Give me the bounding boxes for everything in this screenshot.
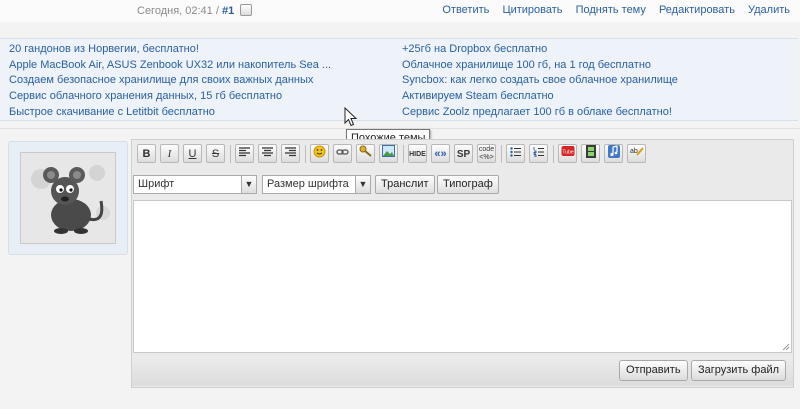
toolbar-separator [305,145,306,163]
font-size-select[interactable]: Размер шрифта ▼ [262,175,371,194]
align-right-button[interactable] [281,144,300,163]
music-note-icon [607,145,620,158]
code-button-bottom-label: <%> [479,154,494,161]
edit-link[interactable]: Редактировать [659,4,735,16]
post-date: Сегодня, 02:41 / [137,5,222,17]
similar-topic-link[interactable]: Сервис Zoolz предлагает 100 гб в облаке … [402,105,678,121]
underline-button[interactable]: U [183,144,202,163]
delete-link[interactable]: Удалить [748,4,790,16]
upload-file-button[interactable]: Загрузить файл [691,360,787,381]
font-family-select[interactable]: Шрифт ▼ [133,175,257,194]
align-left-button[interactable] [235,144,254,163]
spellcheck-button[interactable]: ab [627,144,646,163]
youtube-button[interactable]: Tube [558,144,577,163]
message-textarea[interactable] [133,200,792,353]
post-number-link[interactable]: #1 [222,5,234,17]
align-center-icon [262,147,273,157]
align-center-button[interactable] [258,144,277,163]
toolbar-separator [553,145,554,163]
smiley-button[interactable] [310,144,329,163]
align-right-icon [285,147,296,157]
typograph-button[interactable]: Типограф [437,175,499,194]
chevron-down-icon: ▼ [355,176,370,193]
similar-topic-link[interactable]: Syncbox: как легко создать свое облачное… [402,73,678,89]
toolbar-separator [230,145,231,163]
similar-topic-link[interactable]: Облачное хранилище 100 гб, на 1 год бесп… [402,58,678,74]
resize-grip-icon[interactable] [782,343,790,351]
similar-topic-link[interactable]: 20 гандонов из Норвегии, бесплатно! [9,42,331,58]
avatar [20,152,116,244]
similar-topic-link[interactable]: Apple MacBook Air, ASUS Zenbook UX32 или… [9,58,331,74]
bullet-list-icon [510,147,521,157]
similar-topic-link[interactable]: Активируем Steam бесплатно [402,89,678,105]
similar-topics-right-column: +25гб на Dropbox бесплатно Облачное хран… [402,42,678,120]
user-avatar-panel [8,141,128,255]
toolbar-separator [501,145,502,163]
font-family-value: Шрифт [138,178,175,190]
translit-button[interactable]: Транслит [375,175,435,194]
link-button[interactable] [333,144,352,163]
editor-footer: Отправить Загрузить файл [132,356,793,386]
bump-topic-link[interactable]: Поднять тему [576,4,646,16]
unlink-button[interactable] [356,144,375,163]
similar-topics: 20 гандонов из Норвегии, бесплатно! Appl… [0,38,798,121]
quote-button[interactable]: «» [431,144,450,163]
font-toolbar: Шрифт ▼ Размер шрифта ▼ Транслит Типогра… [132,173,793,197]
send-button[interactable]: Отправить [619,360,688,381]
youtube-icon: Tube [561,146,574,156]
strikethrough-button[interactable]: S [206,144,225,163]
key-link-icon [359,145,372,157]
svg-text:Tube: Tube [562,150,573,156]
toolbar-separator [403,145,404,163]
reply-link[interactable]: Ответить [442,4,489,16]
image-button[interactable] [379,144,398,163]
numbered-list-button[interactable] [529,144,548,163]
post-actions: Ответить Цитировать Поднять тему Редакти… [432,4,790,16]
image-icon [382,145,395,157]
bold-button[interactable]: B [137,144,156,163]
audio-button[interactable] [604,144,623,163]
italic-button[interactable]: I [160,144,179,163]
smiley-icon [313,145,326,158]
spoiler-button[interactable]: SP [454,144,473,163]
code-button-top-label: code [478,146,495,153]
hide-button[interactable]: HIDE [408,144,427,163]
code-button[interactable]: code <%> [477,144,496,163]
bullet-list-button[interactable] [506,144,525,163]
similar-topic-link[interactable]: +25гб на Dropbox бесплатно [402,42,678,58]
reply-editor: B I U S HIDE «» SP code <%> Tube ab Шриф… [131,139,794,388]
mouse-cursor-icon [344,107,358,127]
post-select-checkbox[interactable] [240,4,253,16]
similar-topic-link[interactable]: Создаем безопасное хранилище для своих в… [9,73,331,89]
numbered-list-icon [533,147,544,158]
similar-topics-left-column: 20 гандонов из Норвегии, бесплатно! Appl… [9,42,331,120]
spellcheck-icon: ab [630,147,644,156]
align-left-icon [239,147,250,157]
chevron-down-icon: ▼ [241,176,256,193]
film-icon [585,145,596,158]
rat-avatar-icon [21,153,115,243]
font-size-value: Размер шрифта [267,178,349,190]
video-button[interactable] [581,144,600,163]
similar-topic-link[interactable]: Сервис облачного хранения данных, 15 гб … [9,89,331,105]
post-meta: Сегодня, 02:41 / #1 [137,4,253,17]
quote-link[interactable]: Цитировать [502,4,562,16]
link-icon [336,149,349,155]
similar-topic-link[interactable]: Быстрое скачивание с Letitbit бесплатно [9,105,331,121]
post-header-bar: Сегодня, 02:41 / #1 Ответить Цитировать … [0,0,800,22]
